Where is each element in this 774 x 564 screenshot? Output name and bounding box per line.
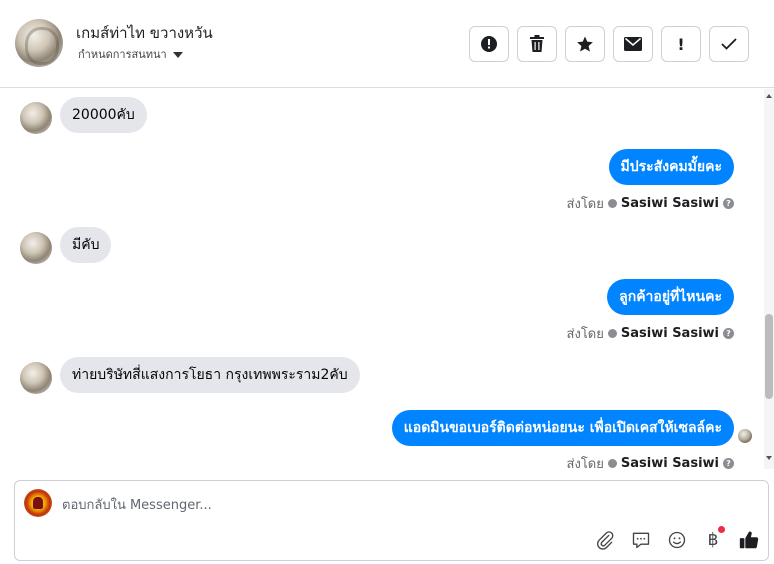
- thread-scrollbar[interactable]: [764, 89, 774, 469]
- sender-name[interactable]: Sasiwi Sasiwi: [621, 196, 719, 211]
- scroll-thumb[interactable]: [765, 314, 773, 399]
- page-check-icon: [607, 459, 617, 468]
- composer-tools: ฿: [593, 526, 761, 552]
- manage-conversation-dropdown[interactable]: กำหนดการสนทนา: [78, 45, 183, 63]
- outgoing-message[interactable]: มีประสังคมมั้ยคะ: [608, 149, 734, 185]
- caret-down-icon: [172, 51, 183, 58]
- header-actions: !: [469, 26, 749, 62]
- follow-up-button[interactable]: !: [661, 26, 701, 62]
- check-icon: [721, 38, 737, 50]
- contact-avatar-small: [20, 232, 52, 264]
- outgoing-message[interactable]: ลูกค้าอยู่ที่ไหนคะ: [607, 279, 734, 315]
- incoming-message[interactable]: มีคับ: [60, 227, 112, 263]
- contact-avatar[interactable]: [15, 19, 63, 67]
- sent-by-row: ส่งโดย Sasiwi Sasiwi ?: [567, 453, 734, 474]
- page-avatar: [24, 489, 52, 517]
- exclamation-icon: !: [677, 34, 685, 54]
- sent-by-label: ส่งโดย: [566, 327, 604, 342]
- contact-avatar-small: [20, 362, 52, 394]
- sent-by-label: ส่งโดย: [566, 457, 604, 472]
- like-button[interactable]: [737, 528, 761, 552]
- envelope-icon: [624, 37, 642, 51]
- conversation-header: เกมส์ท่าไท ขวางหวัน กำหนดการสนทนา !: [0, 0, 774, 88]
- manage-conversation-label: กำหนดการสนทนา: [78, 48, 167, 61]
- help-icon[interactable]: ?: [723, 198, 734, 209]
- paperclip-icon: [597, 531, 614, 550]
- outgoing-message[interactable]: แอดมินขอเบอร์ติดต่อหน่อยนะ เพื่อเปิดเคสใ…: [391, 410, 734, 446]
- notification-dot: [718, 526, 725, 533]
- sent-by-row: ส่งโดย Sasiwi Sasiwi ?: [567, 323, 734, 344]
- message-thread[interactable]: 20000คับ มีประสังคมมั้ยคะ ส่งโดย Sasiwi …: [0, 89, 764, 472]
- trash-icon: [530, 35, 544, 52]
- help-icon[interactable]: ?: [723, 328, 734, 339]
- star-button[interactable]: [565, 26, 605, 62]
- mark-spam-button[interactable]: [469, 26, 509, 62]
- reply-input[interactable]: [62, 495, 562, 515]
- attach-file-button[interactable]: [593, 528, 617, 552]
- incoming-message[interactable]: 20000คับ: [60, 97, 147, 133]
- sent-by-row: ส่งโดย Sasiwi Sasiwi ?: [567, 193, 734, 214]
- scroll-up-arrow-icon[interactable]: [766, 94, 772, 98]
- sender-name[interactable]: Sasiwi Sasiwi: [621, 456, 719, 471]
- emoji-button[interactable]: [665, 528, 689, 552]
- scroll-down-arrow-icon[interactable]: [766, 456, 772, 460]
- sent-by-label: ส่งโดย: [566, 197, 604, 212]
- delete-button[interactable]: [517, 26, 557, 62]
- saved-replies-button[interactable]: [629, 528, 653, 552]
- page-check-icon: [607, 199, 617, 208]
- mark-unread-button[interactable]: [613, 26, 653, 62]
- incoming-message[interactable]: ท่ายบริษัทสี่แสงการโยธา กรุงเทพพระราม2คั…: [60, 357, 360, 393]
- help-icon[interactable]: ?: [723, 458, 734, 469]
- like-icon: [739, 531, 759, 549]
- emoji-icon: [668, 531, 686, 549]
- star-icon: [577, 36, 593, 52]
- payment-button[interactable]: ฿: [701, 526, 725, 552]
- reply-composer: ฿: [14, 480, 769, 561]
- payment-baht-icon: ฿: [707, 530, 719, 550]
- sender-name[interactable]: Sasiwi Sasiwi: [621, 326, 719, 341]
- seen-receipt-avatar: [738, 429, 752, 443]
- mark-done-button[interactable]: [709, 26, 749, 62]
- alert-circle-icon: [481, 36, 497, 52]
- contact-name[interactable]: เกมส์ท่าไท ขวางหวัน: [76, 21, 213, 45]
- saved-replies-icon: [632, 532, 650, 549]
- page-check-icon: [607, 329, 617, 338]
- contact-avatar-small: [20, 102, 52, 134]
